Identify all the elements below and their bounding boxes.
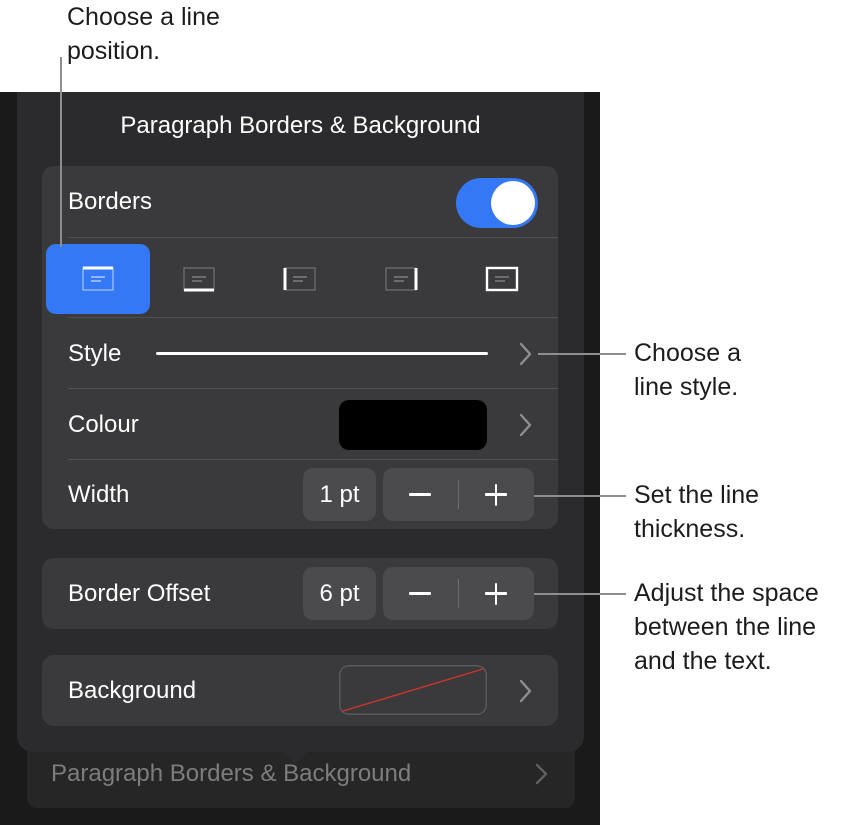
callout-leader-line [534, 593, 626, 595]
callout-space: Adjust the space between the line and th… [634, 576, 819, 678]
decrease-width-button[interactable] [383, 468, 458, 521]
border-right-icon [385, 267, 418, 291]
border-bottom-icon [183, 267, 215, 292]
colour-swatch[interactable] [339, 400, 487, 450]
paragraph-borders-row-label: Paragraph Borders & Background [51, 760, 412, 787]
callout-line-position: Choose a line position. [67, 0, 220, 68]
plus-icon-v [494, 582, 498, 605]
colour-label: Colour [68, 411, 139, 438]
plus-icon-v [494, 483, 498, 506]
borders-toggle[interactable] [456, 178, 538, 228]
popover-title: Paragraph Borders & Background [120, 112, 481, 139]
toggle-knob [491, 181, 535, 225]
callout-leader-line [60, 57, 62, 247]
callout-leader-line [534, 495, 626, 497]
border-offset-group: Border Offset 6 pt [42, 558, 558, 629]
style-label: Style [68, 340, 122, 367]
border-position-bottom-button[interactable] [147, 244, 251, 314]
increase-width-button[interactable] [459, 468, 534, 521]
callout-line: Adjust the space [634, 579, 819, 607]
callout-line: line style. [634, 373, 739, 401]
callout-line: position. [67, 37, 161, 65]
width-row: Width 1 pt [42, 460, 558, 529]
divider [68, 237, 558, 238]
border-top-icon [82, 266, 114, 291]
border-left-icon [283, 267, 316, 291]
border-offset-stepper [383, 567, 534, 620]
callout-line: and the text. [634, 647, 772, 675]
background-group[interactable]: Background [42, 655, 558, 726]
borders-label: Borders [68, 188, 153, 215]
line-style-preview [156, 352, 488, 355]
border-offset-label: Border Offset [68, 580, 211, 607]
background-label: Background [68, 677, 197, 704]
no-fill-swatch-icon[interactable] [339, 665, 487, 715]
chevron-right-icon [535, 763, 548, 785]
border-offset-value[interactable]: 6 pt [303, 567, 376, 620]
callout-line: between the line [634, 613, 817, 641]
callout-line: thickness. [634, 515, 746, 543]
decrease-offset-button[interactable] [383, 567, 458, 620]
border-position-all-button[interactable] [450, 244, 554, 314]
callout-line-style: Choose a line style. [634, 336, 741, 404]
border-position-left-button[interactable] [248, 244, 352, 314]
minus-icon [409, 592, 431, 595]
width-label: Width [68, 481, 130, 508]
border-position-top-button[interactable] [46, 244, 150, 314]
callout-line: Set the line [634, 481, 760, 509]
callout-leader-line [538, 353, 626, 355]
chevron-right-icon[interactable] [514, 341, 536, 367]
border-position-right-button[interactable] [349, 244, 453, 314]
increase-offset-button[interactable] [459, 567, 534, 620]
minus-icon [409, 493, 431, 496]
borders-group: Borders Style Colour Width 1 pt [42, 166, 558, 529]
width-value[interactable]: 1 pt [303, 468, 376, 521]
callout-line-thickness: Set the line thickness. [634, 478, 759, 546]
border-all-icon [485, 266, 519, 292]
borders-row: Borders [42, 166, 558, 238]
callout-line: Choose a [634, 339, 742, 367]
callout-line: Choose a line [67, 3, 220, 31]
chevron-right-icon[interactable] [514, 678, 536, 704]
paragraph-borders-popover: Paragraph Borders & Background Borders S… [17, 92, 584, 752]
width-stepper [383, 468, 534, 521]
chevron-right-icon[interactable] [514, 412, 536, 438]
